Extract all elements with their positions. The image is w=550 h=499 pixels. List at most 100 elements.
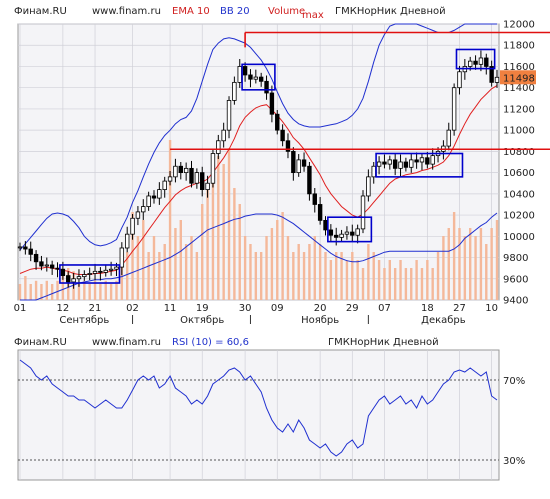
volume-bar [147,252,150,300]
candle-body [307,165,312,195]
volume-bar [479,228,483,300]
candle-body [425,157,430,165]
x-tick-label: 11 [164,303,177,314]
candle-body [248,74,253,80]
volume-bar [152,236,156,300]
candle-body [387,159,393,165]
candle-body [108,268,114,271]
candle-body [430,155,435,165]
candle-body [328,229,334,236]
candle-body [71,278,76,283]
volume-bar [426,260,429,300]
y-tick-label: 9800 [503,253,528,264]
last-price-label: 11498 [503,73,535,84]
volume-bar [463,236,467,300]
candle-body [119,247,125,268]
volume-bar [195,252,199,300]
candle-body [446,129,451,147]
y-tick-label: 10400 [503,189,535,200]
header-url: www.finam.ru [92,6,161,17]
candle-body [66,275,71,283]
candle-body [183,167,189,174]
volume-bar [163,244,166,300]
volume-bar [474,236,477,300]
volume-bar [276,220,279,300]
price-chart: Финам.RU www.finam.ru EMA 10 BB 20 Volum… [14,6,550,481]
candle-body [409,159,414,168]
volume-bar [367,244,370,300]
candle-body [49,264,55,269]
month-label: Октябрь [180,315,224,326]
volume-bar [29,284,32,300]
volume-bar [410,268,413,300]
candle-body [478,57,484,65]
rsi-plot-area [17,349,500,481]
rsi-level-label: 30% [503,456,525,467]
volume-bar [458,228,461,300]
candle-body [366,176,371,197]
x-tick-label: 21 [89,303,102,314]
candle-body [98,270,103,273]
volume-bar [211,172,215,300]
candle-body [124,233,130,249]
volume-bar [313,236,316,300]
volume-bar [372,252,375,300]
candle-body [275,113,280,131]
volume-bar [447,228,450,300]
candle-body [221,129,226,142]
volume-bar [270,228,274,300]
candle-body [167,176,173,182]
candle-body [403,161,409,168]
candle-body [17,246,23,249]
x-tick-label: 20 [314,303,327,314]
header-volume: Volume [268,6,305,17]
candle-body [130,217,135,235]
candle-body [151,195,157,199]
candle-body [44,264,49,267]
volume-bar [158,252,161,300]
candle-body [323,219,328,231]
candle-body [92,270,98,274]
volume-bar [297,244,300,300]
volume-bar [34,280,38,300]
volume-bar [206,188,209,300]
x-tick-label: 01 [14,303,27,314]
candle-body [194,172,200,184]
x-tick-label: 02 [126,303,139,314]
volume-bar [142,220,145,300]
volume-bar [254,252,258,300]
candle-body [23,246,28,250]
volume-bar [265,236,268,300]
volume-bar [222,164,225,300]
x-tick-label: 10 [485,303,498,314]
candle-body [242,66,248,76]
volume-bar [174,228,177,300]
volume-bar [345,260,349,300]
candle-body [60,268,66,276]
volume-bar [243,236,247,300]
candle-body [216,140,221,154]
volume-bar [377,260,381,300]
volume-bar [388,260,392,300]
volume-bar [495,220,499,300]
volume-bar [292,252,295,300]
candle-body [178,165,183,174]
y-tick-label: 10200 [503,211,535,222]
candle-body [451,87,457,131]
y-tick-label: 9400 [503,296,528,307]
candle-body [253,76,259,80]
volume-bar [233,188,236,300]
y-tick-label: 9600 [503,274,528,285]
volume-bar [24,276,27,300]
candle-body [392,159,398,169]
volume-bar [324,252,327,300]
volume-bar [361,268,365,300]
header-bb: BB 20 [220,6,250,17]
candle-body [355,228,360,236]
rsi-header-label: RSI (10) = 60,6 [172,337,249,348]
candle-body [162,180,167,191]
volume-bar [18,284,22,300]
volume-bar [436,252,440,300]
candle-body [103,269,108,273]
volume-bar [442,236,445,300]
